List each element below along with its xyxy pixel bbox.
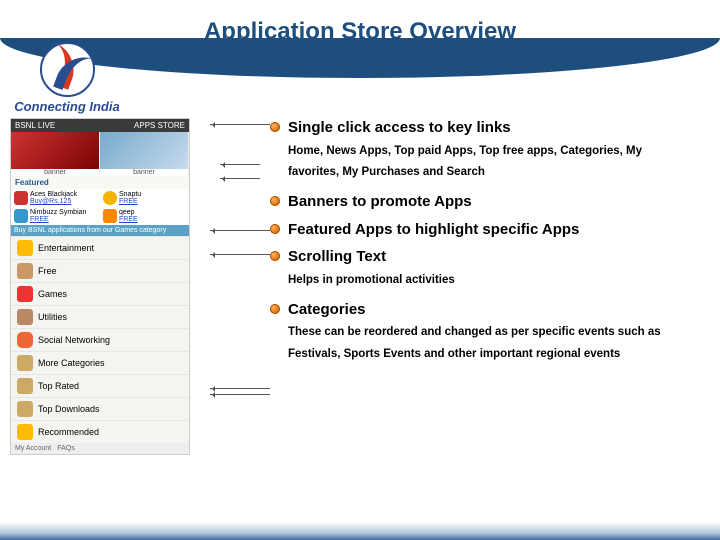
mock-cat: Utilities (11, 305, 189, 328)
bullet-item: Banners to promote Apps (270, 192, 692, 212)
mock-banner: banner (11, 132, 100, 176)
mock-apps-row: Aces BlackjackBuy@Rs.125 SnaptuFREE (11, 189, 189, 207)
bullet-head: Categories (288, 300, 366, 320)
mock-cat: Top Rated (11, 374, 189, 397)
mock-cat: Games (11, 282, 189, 305)
mock-app: qeepFREE (100, 207, 189, 225)
bullet-head: Single click access to key links (288, 118, 511, 138)
mock-topbar: BSNL LIVE APPS STORE (11, 119, 189, 132)
logo: Connecting India (8, 42, 126, 114)
arrow-icon (220, 178, 260, 179)
bullet-item: Scrolling Text Helps in promotional acti… (270, 247, 692, 291)
mock-cat: Entertainment (11, 236, 189, 259)
mock-cat: Top Downloads (11, 397, 189, 420)
bullet-sub: Home, News Apps, Top paid Apps, Top free… (288, 141, 692, 185)
bullet-sub: Helps in promotional activities (288, 270, 692, 292)
mock-cat: Recommended (11, 420, 189, 443)
bullet-head: Scrolling Text (288, 247, 386, 267)
mock-topbar-right: APPS STORE (134, 121, 185, 130)
mock-categories: Entertainment Free Games Utilities Socia… (11, 236, 189, 443)
footer-gradient (0, 522, 720, 540)
bullet-icon (270, 304, 280, 314)
bullet-sub: These can be reordered and changed as pe… (288, 322, 692, 366)
arrow-icon (220, 164, 260, 165)
mock-banner: banner (100, 132, 189, 176)
logo-text: Connecting India (8, 99, 126, 114)
logo-icon (40, 42, 95, 97)
bullet-item: Single click access to key links Home, N… (270, 118, 692, 184)
bullet-list: Single click access to key links Home, N… (270, 118, 720, 455)
bullet-head: Banners to promote Apps (288, 192, 472, 212)
phone-screenshot: BSNL LIVE APPS STORE banner banner Featu… (10, 118, 210, 455)
arrow-icon (210, 254, 270, 255)
arrow-icon (210, 388, 270, 389)
bullet-item: Featured Apps to highlight specific Apps (270, 220, 692, 240)
mock-featured-header: Featured (11, 176, 189, 189)
bullet-icon (270, 224, 280, 234)
bullet-item: Categories These can be reordered and ch… (270, 300, 692, 366)
mock-app: SnaptuFREE (100, 189, 189, 207)
mock-topbar-left: BSNL LIVE (15, 121, 55, 130)
mock-bottombar: My Account FAQs (11, 443, 189, 454)
mock-cat: Social Networking (11, 328, 189, 351)
mock-app: Aces BlackjackBuy@Rs.125 (11, 189, 100, 207)
arrow-icon (210, 230, 270, 231)
mock-app: Nimbuzz SymbianFREE (11, 207, 100, 225)
content: BSNL LIVE APPS STORE banner banner Featu… (0, 118, 720, 455)
arrows (210, 118, 270, 455)
mock-banners: banner banner (11, 132, 189, 176)
mock-scroll-text: Buy BSNL applications from our Games cat… (11, 225, 189, 236)
bullet-icon (270, 122, 280, 132)
mock-cat: More Categories (11, 351, 189, 374)
bullet-icon (270, 251, 280, 261)
bullet-icon (270, 196, 280, 206)
mock-apps-row: Nimbuzz SymbianFREE qeepFREE (11, 207, 189, 225)
mock-cat: Free (11, 259, 189, 282)
arrow-icon (210, 394, 270, 395)
arrow-icon (210, 124, 270, 125)
bullet-head: Featured Apps to highlight specific Apps (288, 220, 579, 240)
